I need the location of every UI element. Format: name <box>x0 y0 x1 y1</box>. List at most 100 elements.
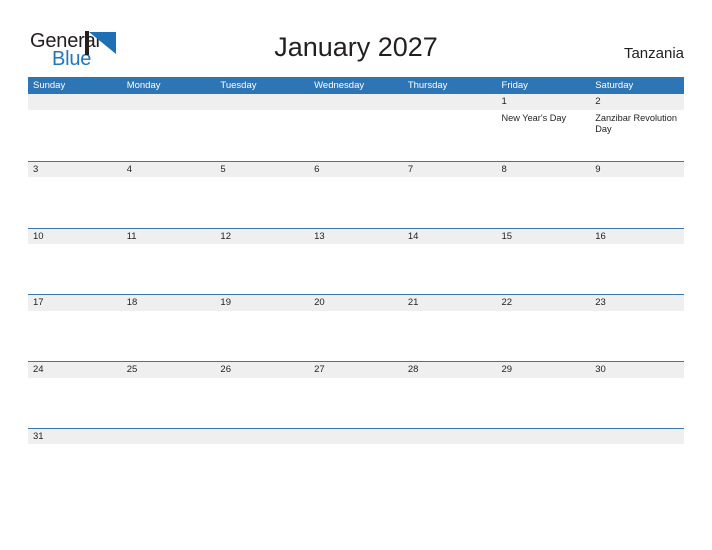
day-number: 21 <box>407 297 419 309</box>
weekday-tuesday: Tuesday <box>220 80 257 91</box>
weekday-saturday: Saturday <box>595 80 634 91</box>
day-number-band: 24 <box>28 362 122 378</box>
weekday-wednesday: Wednesday <box>314 80 365 91</box>
calendar-day-cell-empty <box>402 94 497 161</box>
calendar-day-cell-empty <box>309 428 403 466</box>
weekday-header-row: Sunday Monday Tuesday Wednesday Thursday… <box>28 77 684 94</box>
calendar-week-row: 1 New Year's Day 2 Zanzibar Revolution Day <box>28 94 684 161</box>
calendar-day-cell[interactable]: 8 <box>496 161 591 228</box>
day-events: New Year's Day <box>497 110 591 125</box>
day-number: 10 <box>33 230 44 242</box>
day-number-band: 21 <box>402 295 497 311</box>
calendar-day-cell[interactable]: 7 <box>402 161 497 228</box>
day-number-band: 22 <box>496 295 591 311</box>
calendar-day-cell[interactable]: 25 <box>121 362 216 428</box>
calendar-day-cell[interactable]: 5 <box>215 161 310 228</box>
calendar-week-row: 3 4 5 6 7 8 9 <box>28 160 684 228</box>
day-number-band <box>402 428 497 445</box>
day-number-band: 1 <box>496 94 591 110</box>
day-number-band: 3 <box>28 161 122 178</box>
day-number-band: 27 <box>309 362 403 378</box>
calendar-day-cell-empty <box>121 428 216 466</box>
day-number-band: 25 <box>121 362 216 378</box>
day-number-band: 12 <box>215 228 310 245</box>
calendar-week-row: 10 11 12 13 14 15 16 <box>28 227 684 295</box>
calendar-day-cell[interactable]: 3 <box>28 161 122 228</box>
day-number: 24 <box>33 364 44 376</box>
day-number: 4 <box>126 163 132 175</box>
day-number: 14 <box>407 230 419 242</box>
day-number: 26 <box>220 364 231 376</box>
calendar-day-cell[interactable]: 24 <box>28 362 122 428</box>
weekday-thursday: Thursday <box>407 80 448 91</box>
day-number: 23 <box>595 297 606 309</box>
page-header: General Blue January 2027 Tanzania <box>0 0 712 76</box>
calendar-day-cell[interactable]: 26 <box>215 362 310 428</box>
day-number-band <box>28 94 122 110</box>
page-title: January 2027 <box>274 32 438 62</box>
day-number-band: 8 <box>496 161 591 178</box>
calendar-day-cell[interactable]: 17 <box>28 295 122 362</box>
calendar-day-cell[interactable]: 6 <box>309 161 403 228</box>
day-number-band: 20 <box>309 295 403 311</box>
day-number-band: 5 <box>215 161 310 178</box>
calendar-day-cell[interactable]: 18 <box>121 295 216 362</box>
calendar-day-cell[interactable]: 21 <box>402 295 497 362</box>
day-number-band: 17 <box>28 295 122 311</box>
weekday-monday: Monday <box>126 80 161 91</box>
calendar-day-cell[interactable]: 1 New Year's Day <box>496 94 591 161</box>
calendar-day-cell[interactable]: 15 <box>496 228 591 295</box>
calendar-day-cell[interactable]: 13 <box>309 228 403 295</box>
day-number-band <box>309 428 403 445</box>
calendar-day-cell[interactable]: 20 <box>309 295 403 362</box>
day-number: 5 <box>220 163 226 175</box>
day-number: 8 <box>501 163 507 175</box>
calendar-day-cell[interactable]: 30 <box>590 362 684 428</box>
day-number: 18 <box>126 297 138 309</box>
country-label: Tanzania <box>623 45 684 62</box>
calendar-day-cell[interactable]: 23 <box>590 295 684 362</box>
day-number-band <box>121 428 216 445</box>
day-number: 31 <box>33 430 44 442</box>
calendar-day-cell[interactable]: 16 <box>590 228 684 295</box>
calendar-day-cell[interactable]: 9 <box>590 161 684 228</box>
calendar-day-cell[interactable]: 29 <box>496 362 591 428</box>
day-number: 11 <box>126 230 137 242</box>
day-number-band: 19 <box>215 295 310 311</box>
calendar-day-cell[interactable]: 27 <box>309 362 403 428</box>
day-number-band: 23 <box>590 295 684 311</box>
day-number: 13 <box>314 230 325 242</box>
day-number-band <box>402 94 497 110</box>
calendar-day-cell[interactable]: 31 <box>28 428 122 466</box>
day-number-band <box>215 428 310 445</box>
holiday-label: New Year's Day <box>501 112 567 123</box>
day-number: 9 <box>595 163 601 175</box>
day-number-band <box>496 428 591 445</box>
day-number-band <box>121 94 216 110</box>
day-number: 27 <box>314 364 325 376</box>
day-number-band: 31 <box>28 428 122 445</box>
day-number-band: 10 <box>28 228 122 245</box>
day-number-band: 6 <box>309 161 403 178</box>
day-number-band: 26 <box>215 362 310 378</box>
day-number: 7 <box>407 163 414 175</box>
calendar-day-cell[interactable]: 14 <box>402 228 497 295</box>
day-number-band <box>215 94 310 110</box>
calendar-day-cell[interactable]: 11 <box>121 228 216 295</box>
day-number: 29 <box>501 364 513 376</box>
day-number: 12 <box>220 230 231 242</box>
calendar-day-cell[interactable]: 10 <box>28 228 122 295</box>
day-number: 30 <box>595 364 606 376</box>
day-number-band <box>590 428 684 445</box>
day-number: 17 <box>33 297 44 309</box>
calendar-day-cell[interactable]: 12 <box>215 228 310 295</box>
holiday-label: Zanzibar Revolution Day <box>595 112 677 135</box>
calendar-day-cell[interactable]: 4 <box>121 161 216 228</box>
calendar-day-cell[interactable]: 22 <box>496 295 591 362</box>
calendar-day-cell-empty <box>215 428 310 466</box>
calendar-day-cell[interactable]: 2 Zanzibar Revolution Day <box>590 94 684 161</box>
calendar-day-cell[interactable]: 19 <box>215 295 310 362</box>
day-number-band: 28 <box>402 362 497 378</box>
calendar-day-cell[interactable]: 28 <box>402 362 497 428</box>
day-number-band: 30 <box>590 362 684 378</box>
